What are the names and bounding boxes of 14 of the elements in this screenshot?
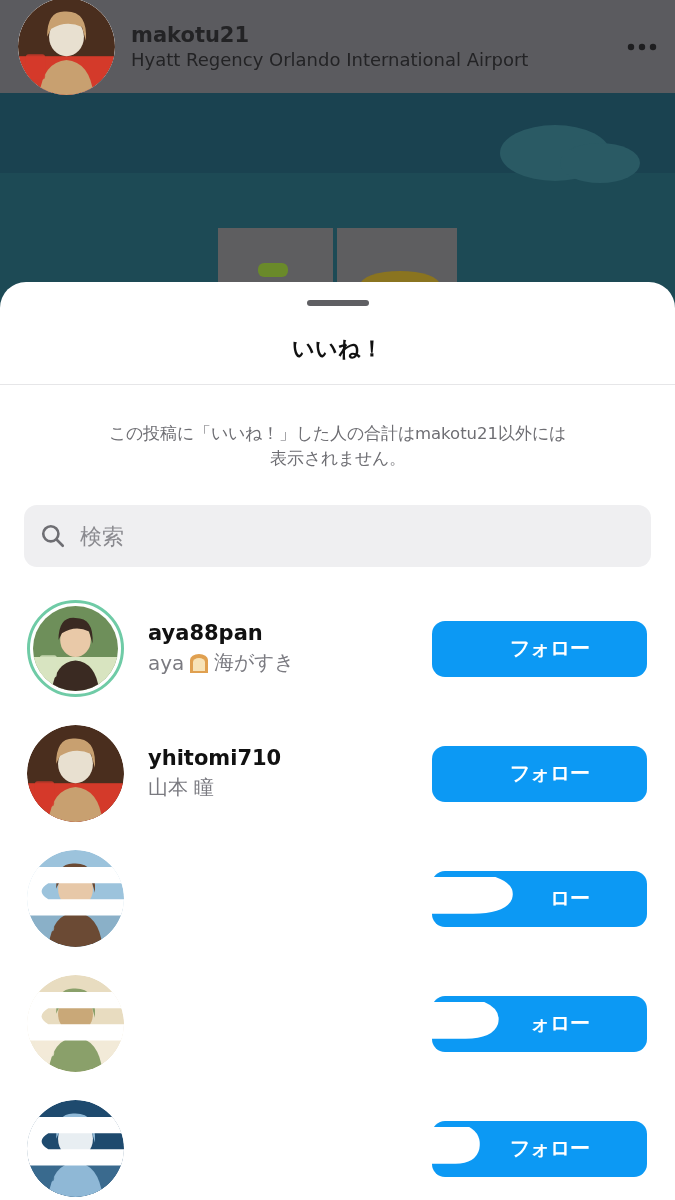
search-field[interactable]: 検索 [24,505,651,567]
username[interactable]: yhitomi710 [148,746,408,770]
full-name: 海がすき [214,649,295,676]
username[interactable]: aya88pan [148,621,408,645]
follow-button[interactable]: フォロー [432,745,647,802]
more-icon[interactable] [627,42,657,51]
sheet-title: いいね！ [291,335,384,363]
full-name: aya [148,650,185,675]
location-link[interactable]: Hyatt Regency Orlando International Airport [131,49,611,70]
follow-button[interactable]: フォロー [432,620,647,677]
likes-note: この投稿に「いいね！」した人の合計はmakotu21以外には表示されません。 [107,423,568,470]
full-name: 山本 瞳 [148,774,215,801]
search-icon [40,523,66,549]
username[interactable]: makotu21 [131,23,611,47]
